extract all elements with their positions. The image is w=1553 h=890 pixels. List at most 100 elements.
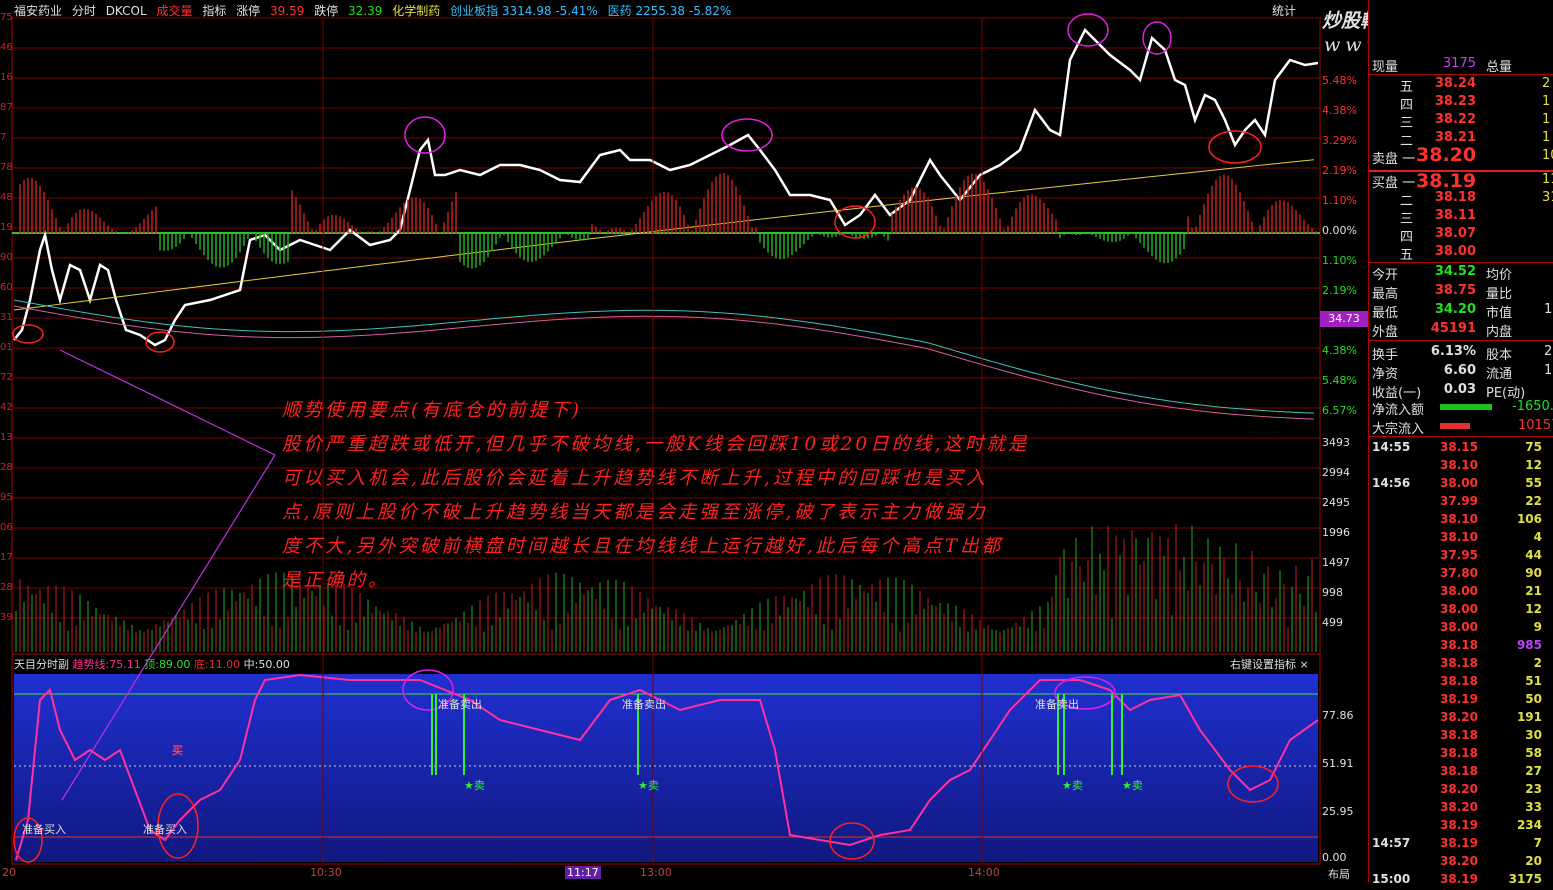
buy-level-row-cell: 38.07 [1434, 226, 1476, 241]
bottom-value: 11.00 [208, 658, 241, 671]
indicator-settings-button[interactable]: 右键设置指标 × [1230, 656, 1309, 672]
stat-row-cell: 0.03 [1443, 382, 1476, 397]
tick-row-cell: 38.19 [1440, 872, 1478, 886]
stat-row-cell: 市值 [1486, 306, 1513, 321]
highlight-circle [1142, 21, 1172, 55]
mid-value: 50.00 [258, 658, 290, 671]
limit-down-value: 32.39 [348, 4, 383, 18]
sell-level-row-cell: 10 [1542, 148, 1553, 163]
tab-volume[interactable]: 成交量 [156, 4, 192, 18]
tick-row-cell: 14:56 [1372, 476, 1411, 490]
tick-row-cell: 191 [1516, 710, 1542, 724]
tick-row-cell: 14:57 [1372, 836, 1411, 850]
left-axis-label: 19 [0, 222, 12, 233]
sub-axis-label-1: 77.86 [1322, 709, 1354, 722]
stat-row-cell: 股本 [1486, 348, 1513, 363]
tick-row-cell: 30 [1525, 728, 1542, 742]
formula-label[interactable]: DKCOL [106, 4, 147, 18]
tick-row-cell: 75 [1525, 440, 1542, 454]
annotation-line-1: 股价严重超跌或低开,但几乎不破均线,一般K线会回踩10或20日的线,这时就是 [282, 434, 1030, 455]
left-axis-label: 01 [0, 342, 12, 353]
block-inflow-row-cell: 大宗流入 [1372, 422, 1425, 437]
left-axis-label: 17 [0, 552, 12, 563]
time-label-start: 20 [2, 866, 16, 879]
stat-button[interactable]: 统计 [1272, 2, 1296, 19]
tick-row-cell: 2 [1533, 656, 1542, 670]
tick-row-cell: 38.19 [1440, 818, 1478, 832]
tick-row-cell: 234 [1516, 818, 1542, 832]
tick-row-cell: 38.10 [1440, 512, 1478, 526]
tick-row-cell: 37.80 [1440, 566, 1478, 580]
layout-button[interactable]: 布局 [1328, 866, 1350, 882]
tick-row: 37.95 44 [1372, 548, 1553, 566]
tick-row-cell: 38.20 [1440, 854, 1478, 868]
time-label-1030: 10:30 [310, 866, 342, 879]
tick-row-cell: 38.19 [1440, 692, 1478, 706]
stat-row-cell: 今开 [1372, 268, 1399, 283]
sell-level-row-cell: 38.20 [1416, 144, 1477, 166]
tick-row: 38.20 20 [1372, 854, 1553, 872]
close-icon[interactable]: × [1300, 658, 1309, 671]
limit-up-label: 涨停 [236, 4, 261, 18]
tick-row-cell: 38.00 [1440, 602, 1478, 616]
sell-level-row-cell: 三 [1400, 116, 1414, 131]
tick-row: 38.18 58 [1372, 746, 1553, 764]
net-inflow-row-cell: 净流入额 [1372, 403, 1425, 418]
stat-row-cell: 换手 [1372, 348, 1399, 363]
tick-row: 14:55 38.15 75 [1372, 440, 1553, 458]
left-axis-label: 48 [0, 192, 12, 203]
right-axis-volume-label: 2495 [1322, 496, 1350, 509]
sub-chart-name[interactable]: 天目分时副 [14, 658, 69, 671]
tick-row-cell: 55 [1525, 476, 1542, 490]
marker-buy: 买 [172, 744, 183, 757]
tick-row-cell: 38.18 [1440, 638, 1478, 652]
trend-label: 趋势线: [72, 658, 110, 671]
tick-row: 14:56 38.00 55 [1372, 476, 1553, 494]
tick-row: 37.80 90 [1372, 566, 1553, 584]
buy-level-row: 四 38.07 [1372, 226, 1553, 245]
sell-level-row-cell: 2 [1542, 76, 1551, 91]
marker-sell-prepare-1: 准备卖出 [438, 698, 482, 711]
tick-row: 38.18 2 [1372, 656, 1553, 674]
annotation-arrow [59, 349, 276, 456]
sell-level-row-cell: 38.24 [1434, 76, 1476, 91]
index-chinext[interactable]: 创业板指 3314.98 -5.41% [450, 4, 598, 18]
sell-level-row-cell: 卖盘 一 [1372, 152, 1416, 167]
tab-indicator[interactable]: 指标 [202, 4, 226, 18]
tick-row: 38.19 234 [1372, 818, 1553, 836]
stat-row-cell: 45191 [1430, 321, 1476, 336]
stat-row: 外盘 45191 内盘 [1372, 321, 1553, 340]
stat-row-cell: 净资 [1372, 367, 1399, 382]
tick-row-cell: 23 [1525, 782, 1542, 796]
annotation-title: 顺势使用要点(有底仓的前提下) [282, 400, 582, 421]
tick-row-cell: 38.18 [1440, 728, 1478, 742]
buy-level-row-cell: 11 [1542, 172, 1553, 187]
right-axis-percent-label: 2.19% [1322, 284, 1357, 297]
tick-row: 38.10 106 [1372, 512, 1553, 530]
tick-row-cell: 33 [1525, 800, 1542, 814]
annotation-line-4: 度不大,另外突破前横盘时间越长且在均线线上运行越好,此后每个高点T出都 [282, 536, 1004, 557]
stat-row-cell: 最高 [1372, 287, 1399, 302]
top-value: 89.00 [158, 658, 191, 671]
mode-label[interactable]: 分时 [72, 4, 96, 18]
sell-level-row-cell: 1 [1542, 112, 1551, 127]
tick-row-cell: 38.20 [1440, 710, 1478, 724]
sell-level-row-cell: 38.23 [1434, 94, 1476, 109]
left-axis-label: 31 [0, 312, 12, 323]
top-label: 顶: [144, 658, 159, 671]
sector-label[interactable]: 化学制药 [392, 4, 440, 18]
tick-row: 38.18 985 [1372, 638, 1553, 656]
tick-row: 38.20 191 [1372, 710, 1553, 728]
marker-sell-prepare-3: 准备卖出 [1035, 698, 1079, 711]
average-price-line [13, 159, 1315, 311]
stat-row-cell: 2 [1544, 344, 1553, 359]
stat-row-cell: 34.52 [1434, 264, 1476, 279]
tick-row-cell: 38.18 [1440, 674, 1478, 688]
stat-row: 换手 6.13% 股本 2 [1372, 344, 1553, 363]
index-medicine[interactable]: 医药 2255.38 -5.82% [608, 4, 732, 18]
current-volume-label: 现量 [1372, 60, 1399, 75]
tick-row: 38.18 51 [1372, 674, 1553, 692]
stock-name[interactable]: 福安药业 [14, 4, 62, 18]
sell-level-row-cell: 38.21 [1434, 130, 1476, 145]
right-axis-percent-label: 6.57% [1322, 404, 1357, 417]
